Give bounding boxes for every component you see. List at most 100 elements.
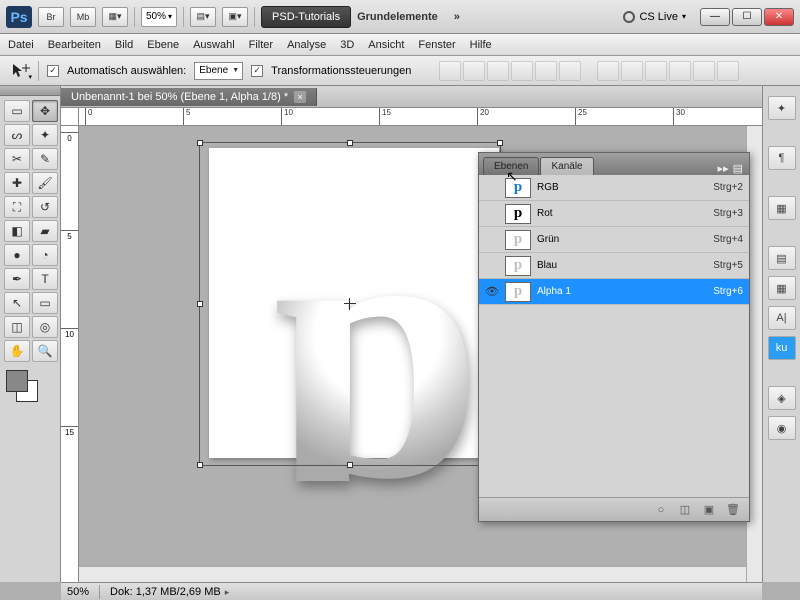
distribute-vcenter-button[interactable] (621, 61, 643, 81)
close-button[interactable]: ✕ (764, 8, 794, 26)
docs-layout-button[interactable]: ▦▾ (102, 7, 128, 27)
align-hcenter-button[interactable] (535, 61, 557, 81)
menu-fenster[interactable]: Fenster (418, 39, 455, 51)
lasso-tool[interactable]: ᔕ (4, 124, 30, 146)
history-brush-tool[interactable]: ↺ (32, 196, 58, 218)
transform-handle-ml[interactable] (197, 301, 203, 307)
dock-icon-9[interactable]: ◉ (768, 416, 796, 440)
channel-row[interactable]: pRGBStrg+2 (479, 175, 749, 201)
channel-thumbnail[interactable]: p (505, 256, 531, 276)
save-selection-button[interactable]: ◫ (677, 503, 693, 517)
align-left-button[interactable] (511, 61, 533, 81)
transform-bounding-box[interactable] (199, 142, 501, 466)
align-top-button[interactable] (439, 61, 461, 81)
menu-bearbeiten[interactable]: Bearbeiten (48, 39, 101, 51)
channel-thumbnail[interactable]: p (505, 204, 531, 224)
distribute-left-button[interactable] (669, 61, 691, 81)
ruler-origin[interactable] (61, 108, 79, 126)
menu-hilfe[interactable]: Hilfe (470, 39, 492, 51)
distribute-bottom-button[interactable] (645, 61, 667, 81)
tab-ebenen[interactable]: Ebenen (483, 157, 539, 175)
workspace-grundelemente-button[interactable]: Grundelemente (357, 11, 438, 23)
3d-tool[interactable]: ◫ (4, 316, 30, 338)
color-swatches[interactable] (0, 366, 60, 406)
dodge-tool[interactable]: ◔ (32, 244, 58, 266)
gradient-tool[interactable]: ▰ (32, 220, 58, 242)
dock-icon-5[interactable]: ▦ (768, 276, 796, 300)
auto-select-checkbox[interactable]: ✓ (47, 65, 59, 77)
panel-collapse-icon[interactable]: ▸▸ (718, 162, 729, 175)
channel-row[interactable]: pRotStrg+3 (479, 201, 749, 227)
channel-row[interactable]: pBlauStrg+5 (479, 253, 749, 279)
channel-thumbnail[interactable]: p (505, 178, 531, 198)
transform-handle-bm[interactable] (347, 462, 353, 468)
dock-icon-4[interactable]: ▤ (768, 246, 796, 270)
maximize-button[interactable]: ☐ (732, 8, 762, 26)
menu-auswahl[interactable]: Auswahl (193, 39, 235, 51)
close-tab-button[interactable]: × (294, 91, 306, 103)
visibility-toggle[interactable] (485, 233, 499, 247)
menu-3d[interactable]: 3D (340, 39, 354, 51)
view-extras-button[interactable]: ▤▾ (190, 7, 216, 27)
channel-row[interactable]: pGrünStrg+4 (479, 227, 749, 253)
pen-tool[interactable]: ✒ (4, 268, 30, 290)
active-tool-icon[interactable]: ▾ (10, 61, 30, 81)
transform-handle-bl[interactable] (197, 462, 203, 468)
menu-analyse[interactable]: Analyse (287, 39, 326, 51)
panel-menu-icon[interactable]: ▤ (733, 162, 743, 175)
dock-icon-8[interactable]: ◈ (768, 386, 796, 410)
visibility-toggle[interactable]: 👁 (485, 285, 499, 299)
launch-bridge-button[interactable]: Br (38, 7, 64, 27)
channel-row[interactable]: 👁pAlpha 1Strg+6 (479, 279, 749, 305)
healing-tool[interactable]: ✚ (4, 172, 30, 194)
menu-ansicht[interactable]: Ansicht (368, 39, 404, 51)
crop-tool[interactable]: ✂ (4, 148, 30, 170)
dock-icon-3[interactable]: ▦ (768, 196, 796, 220)
new-channel-button[interactable]: ▣ (701, 503, 717, 517)
marquee-tool[interactable]: ▭ (4, 100, 30, 122)
visibility-toggle[interactable] (485, 181, 499, 195)
path-select-tool[interactable]: ↖ (4, 292, 30, 314)
visibility-toggle[interactable] (485, 207, 499, 221)
zoom-tool[interactable]: 🔍 (32, 340, 58, 362)
foreground-color-swatch[interactable] (6, 370, 28, 392)
transform-handle-tm[interactable] (347, 140, 353, 146)
blur-tool[interactable]: ● (4, 244, 30, 266)
dock-icon-7[interactable]: ku (768, 336, 796, 360)
horizontal-scrollbar[interactable] (79, 566, 746, 582)
launch-minibridge-button[interactable]: Mb (70, 7, 96, 27)
vertical-ruler[interactable]: 0 5 10 15 (61, 126, 79, 582)
tools-grip[interactable] (0, 86, 60, 96)
channel-thumbnail[interactable]: p (505, 230, 531, 250)
distribute-top-button[interactable] (597, 61, 619, 81)
brush-tool[interactable]: 🖌 (32, 172, 58, 194)
tab-kanaele[interactable]: Kanäle (540, 157, 593, 175)
screen-mode-button[interactable]: ▣▾ (222, 7, 248, 27)
align-right-button[interactable] (559, 61, 581, 81)
channel-thumbnail[interactable]: p (505, 282, 531, 302)
minimize-button[interactable]: — (700, 8, 730, 26)
status-zoom[interactable]: 50% (67, 586, 89, 598)
align-bottom-button[interactable] (487, 61, 509, 81)
menu-datei[interactable]: Datei (8, 39, 34, 51)
visibility-toggle[interactable] (485, 259, 499, 273)
delete-channel-button[interactable]: 🗑 (725, 503, 741, 517)
align-vcenter-button[interactable] (463, 61, 485, 81)
stamp-tool[interactable]: ⛶ (4, 196, 30, 218)
transform-handle-tr[interactable] (497, 140, 503, 146)
3d-camera-tool[interactable]: ◎ (32, 316, 58, 338)
menu-bild[interactable]: Bild (115, 39, 133, 51)
status-doc-info[interactable]: Dok: 1,37 MB/2,69 MB (110, 586, 229, 598)
type-tool[interactable]: T (32, 268, 58, 290)
workspace-psd-tutorials-button[interactable]: PSD-Tutorials (261, 6, 351, 28)
dock-icon-6[interactable]: A| (768, 306, 796, 330)
shape-tool[interactable]: ▭ (32, 292, 58, 314)
eyedropper-tool[interactable]: ✎ (32, 148, 58, 170)
distribute-right-button[interactable] (717, 61, 739, 81)
dock-icon-1[interactable]: ✦ (768, 96, 796, 120)
transform-controls-checkbox[interactable]: ✓ (251, 65, 263, 77)
magic-wand-tool[interactable]: ✦ (32, 124, 58, 146)
cs-live-button[interactable]: CS Live▾ (623, 11, 686, 23)
move-tool[interactable]: ✥ (32, 100, 58, 122)
zoom-dropdown[interactable]: 50% (141, 7, 177, 27)
